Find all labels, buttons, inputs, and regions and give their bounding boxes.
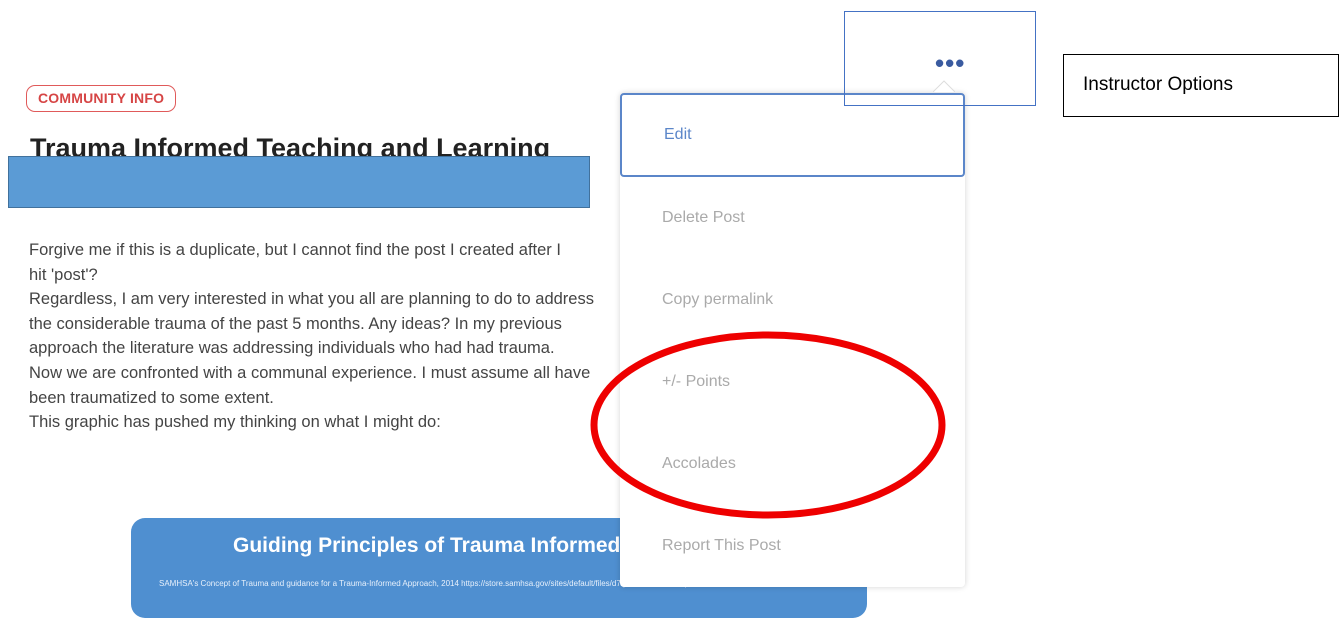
body-line: hit 'post'? [29,265,98,284]
body-line: Forgive me if this is a duplicate, but I… [29,241,561,259]
body-line: Now we are confronted with a communal ex… [29,363,591,382]
menu-item-points[interactable]: +/- Points [620,341,965,423]
annotation-label: Instructor Options [1083,74,1233,95]
redaction-box [8,156,590,208]
post-options-menu: Edit Delete Post Copy permalink +/- Poin… [620,93,965,587]
body-line: Regardless, I am very interested in what… [29,290,594,309]
annotation-callout: Instructor Options [1063,54,1339,117]
menu-item-report-post[interactable]: Report This Post [620,505,965,587]
body-line: been traumatized to some extent. [29,388,274,407]
body-line: This graphic has pushed my thinking on w… [29,413,441,432]
category-badge: COMMUNITY INFO [26,85,177,112]
body-line: approach the literature was addressing i… [29,339,555,358]
ellipsis-icon[interactable]: ••• [935,50,965,76]
post-body: Forgive me if this is a duplicate, but I… [29,238,625,478]
menu-item-accolades[interactable]: Accolades [620,423,965,505]
menu-item-delete-post[interactable]: Delete Post [620,177,965,259]
menu-item-copy-permalink[interactable]: Copy permalink [620,259,965,341]
body-line: the considerable trauma of the past 5 mo… [29,314,562,333]
